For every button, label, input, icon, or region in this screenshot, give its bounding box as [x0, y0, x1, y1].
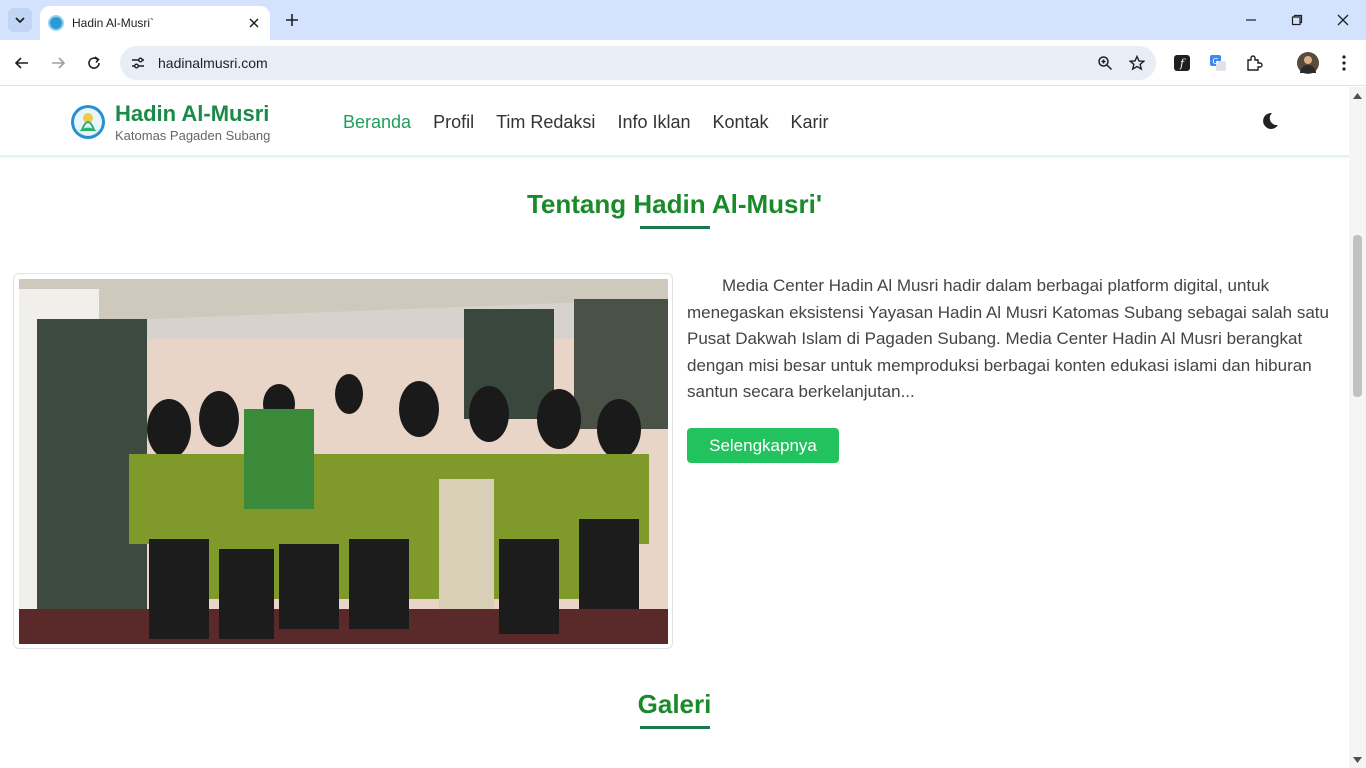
arrow-left-icon	[14, 57, 28, 69]
url-text: hadinalmusri.com	[158, 55, 268, 71]
nav-item-info-iklan[interactable]: Info Iklan	[617, 112, 690, 133]
scroll-up-icon[interactable]	[1353, 91, 1362, 100]
browser-tab[interactable]: Hadin Al-Musri`	[40, 6, 270, 40]
translate-extension-icon[interactable]: G	[1207, 52, 1229, 74]
nav-item-kontak[interactable]: Kontak	[712, 112, 768, 133]
reload-button[interactable]	[82, 51, 106, 75]
about-section-title: Tentang Hadin Al-Musri'	[526, 189, 823, 219]
read-more-button[interactable]: Selengkapnya	[687, 428, 839, 463]
gallery-section-title: Galeri	[637, 689, 712, 719]
browser-menu-icon[interactable]	[1333, 52, 1355, 74]
browser-tab-bar: Hadin Al-Musri`	[0, 0, 1366, 40]
site-favicon-icon	[48, 15, 64, 31]
profile-avatar[interactable]	[1297, 52, 1319, 74]
about-description: Media Center Hadin Al Musri hadir dalam …	[687, 276, 1329, 401]
tab-title: Hadin Al-Musri`	[72, 16, 155, 30]
web-page: Hadin Al-Musri Katomas Pagaden Subang Be…	[0, 87, 1349, 768]
close-icon	[1337, 14, 1349, 26]
zoom-icon[interactable]	[1092, 50, 1118, 76]
address-bar[interactable]: hadinalmusri.com	[120, 46, 1156, 80]
about-title-underline	[640, 226, 710, 229]
back-button[interactable]	[10, 51, 34, 75]
nav-item-karir[interactable]: Karir	[791, 112, 829, 133]
scrollbar-thumb[interactable]	[1353, 235, 1362, 397]
window-controls	[1228, 0, 1366, 40]
about-photo-frame	[13, 273, 673, 649]
main-nav: Beranda Profil Tim Redaksi Info Iklan Ko…	[343, 112, 829, 133]
extensions-puzzle-icon[interactable]	[1243, 52, 1265, 74]
plus-icon	[286, 14, 298, 26]
nav-item-tim-redaksi[interactable]: Tim Redaksi	[496, 112, 595, 133]
arrow-right-icon	[52, 57, 66, 69]
page-scrollbar[interactable]	[1349, 87, 1366, 768]
bookmark-star-icon[interactable]	[1124, 50, 1150, 76]
chevron-down-icon	[15, 17, 25, 24]
brand-subtitle: Katomas Pagaden Subang	[115, 128, 271, 143]
scroll-down-icon[interactable]	[1353, 755, 1362, 764]
gallery-title-underline	[640, 726, 710, 729]
group-photo	[19, 279, 668, 644]
restore-icon	[1291, 14, 1303, 26]
browser-toolbar: hadinalmusri.com f G	[0, 40, 1366, 86]
site-info-icon[interactable]	[126, 51, 150, 75]
minimize-button[interactable]	[1228, 0, 1274, 40]
nav-item-profil[interactable]: Profil	[433, 112, 474, 133]
forward-button[interactable]	[46, 51, 70, 75]
site-header: Hadin Al-Musri Katomas Pagaden Subang Be…	[0, 87, 1349, 157]
svg-text:G: G	[1212, 57, 1218, 66]
close-tab-icon[interactable]	[246, 15, 262, 31]
dark-mode-moon-icon[interactable]	[1260, 111, 1280, 131]
minimize-icon	[1246, 19, 1256, 21]
site-logo[interactable]	[70, 104, 106, 140]
tab-search-button[interactable]	[8, 8, 32, 32]
nav-item-beranda[interactable]: Beranda	[343, 112, 411, 133]
font-extension-icon[interactable]: f	[1171, 52, 1193, 74]
brand-name[interactable]: Hadin Al-Musri	[115, 101, 269, 127]
restore-button[interactable]	[1274, 0, 1320, 40]
new-tab-button[interactable]	[282, 10, 302, 30]
close-window-button[interactable]	[1320, 0, 1366, 40]
reload-icon	[88, 56, 100, 69]
